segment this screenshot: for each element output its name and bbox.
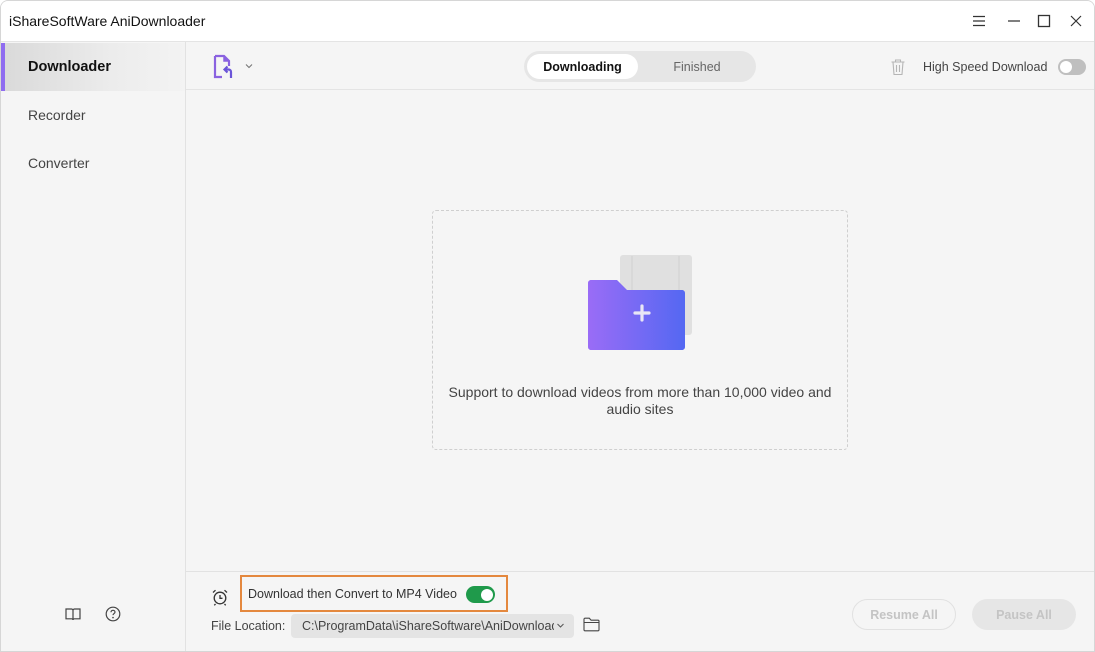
drop-zone-text: Support to download videos from more tha…: [448, 384, 832, 417]
minimize-icon[interactable]: [1004, 11, 1024, 31]
hamburger-menu-icon[interactable]: [969, 11, 989, 31]
app-window: iShareSoftWare AniDownloader Downloader …: [0, 0, 1095, 652]
alarm-clock-icon[interactable]: [211, 588, 229, 606]
sidebar-item-label: Converter: [28, 155, 90, 171]
trash-icon[interactable]: [890, 58, 906, 76]
title-bar: iShareSoftWare AniDownloader: [1, 1, 1094, 42]
sidebar-item-converter[interactable]: Converter: [1, 139, 185, 187]
add-file-icon[interactable]: [212, 54, 236, 80]
toolbar: Downloading Finished High Speed Download: [186, 42, 1094, 90]
book-icon[interactable]: [64, 605, 82, 623]
help-icon[interactable]: [104, 605, 122, 623]
maximize-icon[interactable]: [1034, 11, 1054, 31]
resume-all-button[interactable]: Resume All: [852, 599, 956, 630]
sidebar-item-downloader[interactable]: Downloader: [1, 43, 185, 91]
tab-finished[interactable]: Finished: [642, 54, 752, 79]
tab-downloading[interactable]: Downloading: [527, 54, 638, 79]
high-speed-download-toggle[interactable]: [1058, 59, 1086, 75]
chevron-down-icon[interactable]: [243, 59, 255, 71]
high-speed-download-label: High Speed Download: [923, 60, 1048, 74]
toggle-knob: [481, 588, 493, 601]
close-icon[interactable]: [1066, 11, 1086, 31]
bottom-bar: Download then Convert to MP4 Video File …: [186, 571, 1094, 651]
toggle-knob: [1060, 61, 1072, 73]
sidebar-item-label: Downloader: [28, 59, 111, 75]
convert-option-highlight: Download then Convert to MP4 Video: [240, 575, 508, 612]
sidebar-item-label: Recorder: [28, 107, 86, 123]
file-location-label: File Location:: [211, 619, 286, 633]
download-status-tabs: Downloading Finished: [524, 51, 756, 82]
drop-zone[interactable]: Support to download videos from more tha…: [432, 210, 848, 450]
chevron-down-icon: [557, 623, 564, 628]
file-location-select[interactable]: C:\ProgramData\iShareSoftware\AniDownloa…: [291, 614, 574, 638]
convert-to-mp4-label: Download then Convert to MP4 Video: [248, 587, 457, 601]
sidebar: Downloader Recorder Converter: [1, 42, 186, 651]
convert-to-mp4-toggle[interactable]: [466, 586, 495, 603]
pause-all-button[interactable]: Pause All: [972, 599, 1076, 630]
add-folder-icon: [586, 254, 694, 352]
folder-icon[interactable]: [583, 617, 600, 632]
sidebar-item-recorder[interactable]: Recorder: [1, 91, 185, 139]
file-location-value: C:\ProgramData\iShareSoftware\AniDownloa…: [302, 619, 554, 633]
app-title: iShareSoftWare AniDownloader: [9, 13, 206, 29]
